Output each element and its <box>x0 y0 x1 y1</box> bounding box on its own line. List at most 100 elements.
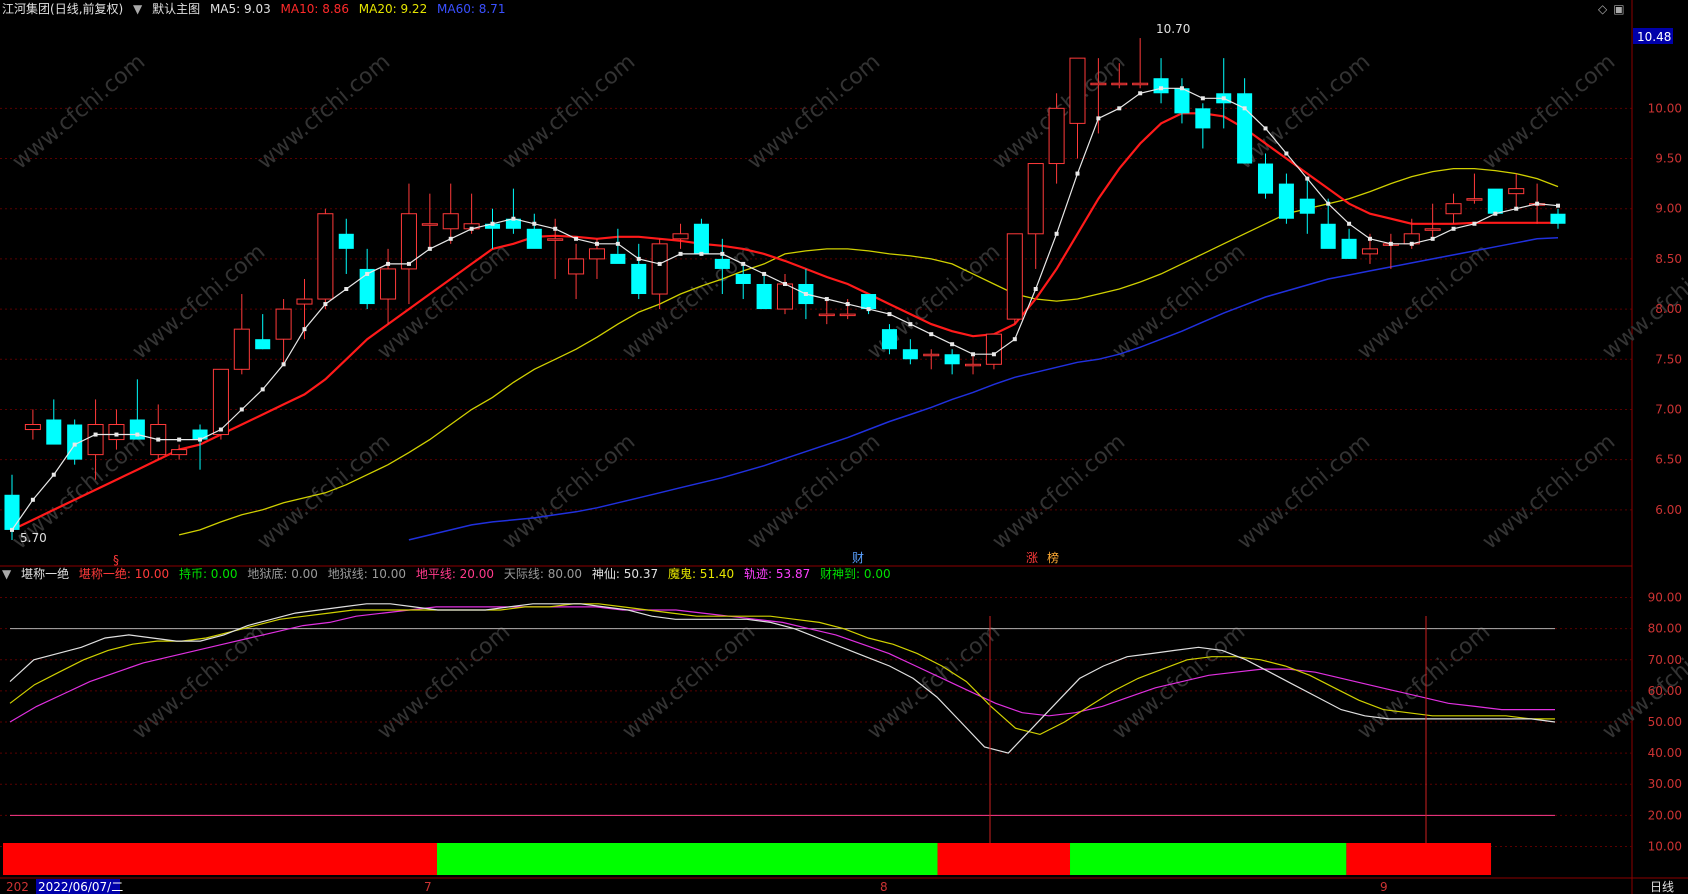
candle-body <box>1278 183 1294 219</box>
ma5-point <box>1388 241 1393 246</box>
watermark-text: www.cfchi.com <box>373 619 515 744</box>
ma5-point <box>1430 236 1435 241</box>
current-price-label: 10.48 <box>1637 30 1671 44</box>
price-tick-label: 6.50 <box>1655 453 1682 467</box>
ma5-point <box>1242 106 1247 111</box>
ma5-point <box>1138 91 1143 96</box>
candle-body <box>1466 198 1483 201</box>
indicator-collapse-icon[interactable]: ▼ <box>2 567 11 581</box>
collapse-icon[interactable]: ▼ <box>133 2 142 16</box>
candle-body <box>1299 198 1315 214</box>
ma5-point <box>678 251 683 256</box>
diamond-icon[interactable]: ◇ <box>1598 2 1607 16</box>
period-button[interactable]: 日线 <box>1650 880 1674 894</box>
candle-body <box>129 419 145 440</box>
indicator-header: ▼ 堪称一绝 堪称一绝: 10.00 持币: 0.00 地狱底: 0.00 地狱… <box>2 565 897 583</box>
watermark-text: www.cfchi.com <box>618 619 760 744</box>
ma5-point <box>386 261 391 266</box>
ma60-value: MA60: 8.71 <box>437 2 506 16</box>
main-chart-label[interactable]: 默认主图 <box>152 2 200 16</box>
month-label: 7 <box>424 880 432 894</box>
ma5-point <box>1263 126 1268 131</box>
ma5-value: MA5: 9.03 <box>209 2 271 16</box>
ma5-point <box>218 427 223 432</box>
indicator-name[interactable]: 堪称一绝 <box>21 567 69 581</box>
candle-body <box>714 258 730 269</box>
ma5-point <box>1221 96 1226 101</box>
osc-tick-label: 10.00 <box>1648 839 1682 853</box>
candle-body <box>672 233 689 240</box>
watermark-text: www.cfchi.com <box>1353 619 1495 744</box>
signal-bar-segment <box>1346 843 1492 875</box>
ma5-point <box>1347 221 1352 226</box>
candle-body <box>87 424 104 456</box>
indicator-value: 地狱底: 0.00 <box>247 567 318 581</box>
stock-chart[interactable]: www.cfchi.com www.cfchi.com www.cfchi.com w… <box>0 0 1688 894</box>
candle-body <box>1424 228 1441 231</box>
candle-body <box>1174 88 1190 114</box>
price-tick-label: 8.50 <box>1655 252 1682 266</box>
osc-tick-label: 30.00 <box>1648 777 1682 791</box>
ma5-point <box>198 437 203 442</box>
candle-body <box>4 494 20 530</box>
indicator-value: 堪称一绝: 10.00 <box>78 567 170 581</box>
ma5-point <box>887 312 892 317</box>
ma5-point <box>177 437 182 442</box>
ma5-point <box>866 307 871 312</box>
high-label: 10.70 <box>1156 22 1190 36</box>
watermark-text: www.cfchi.com <box>1233 49 1375 174</box>
osc-tick-label: 90.00 <box>1648 591 1682 605</box>
candle-body <box>24 424 41 431</box>
low-label: 5.70 <box>20 531 47 545</box>
ma5-point <box>1326 201 1331 206</box>
candle-body <box>839 313 856 317</box>
candle-body <box>1257 163 1274 194</box>
candle-body <box>1195 108 1211 129</box>
candle-body <box>944 354 960 365</box>
ma5-point <box>1012 337 1017 342</box>
indicator-value: 地平线: 20.00 <box>415 567 495 581</box>
ma5-point <box>615 241 620 246</box>
month-label: 8 <box>880 880 888 894</box>
ma5-point <box>10 527 14 532</box>
stock-name: 江河集团 <box>2 2 51 16</box>
ma5-point <box>323 302 328 307</box>
price-tick-label: 8.00 <box>1655 302 1682 316</box>
ma5-point <box>532 221 537 226</box>
osc-tick-label: 80.00 <box>1648 622 1682 636</box>
candle-body <box>1006 233 1023 320</box>
ma5-point <box>762 271 767 276</box>
ma5-point <box>1200 96 1205 101</box>
candle-body <box>442 213 459 230</box>
watermark-text: www.cfchi.com <box>743 49 885 174</box>
ma5-point <box>51 472 56 477</box>
candle-body <box>965 363 982 367</box>
watermark-text: www.cfchi.com <box>1353 239 1495 364</box>
candle-body <box>1153 78 1169 94</box>
ma10-value: MA10: 8.86 <box>280 2 349 16</box>
candle-body <box>631 263 647 295</box>
ma5-point <box>1117 106 1122 111</box>
ma5-point <box>365 271 370 276</box>
candle-body <box>651 243 668 295</box>
event-marker: 榜 <box>1047 550 1059 565</box>
ma5-point <box>1556 203 1560 208</box>
candle-body <box>1487 188 1503 214</box>
ma5-point <box>135 432 140 437</box>
watermark-text: www.cfchi.com <box>498 49 640 174</box>
candle-body <box>233 328 250 370</box>
osc-tick-label: 50.00 <box>1648 715 1682 729</box>
ma5-point <box>1054 231 1059 236</box>
signal-bars <box>3 843 1492 875</box>
ma5-point <box>1409 241 1414 246</box>
candle-body <box>1069 57 1086 124</box>
candle-body <box>1111 82 1128 86</box>
event-marker: 财 <box>852 551 864 565</box>
watermark-text: www.cfchi.com <box>863 619 1005 744</box>
window-toggle-icon[interactable]: ▣ <box>1613 2 1624 16</box>
ma5-point <box>1033 287 1038 292</box>
ma5-point <box>114 432 119 437</box>
ma5-point <box>1451 226 1456 231</box>
watermark-text: www.cfchi.com <box>253 429 395 554</box>
candle-body <box>1132 82 1149 86</box>
